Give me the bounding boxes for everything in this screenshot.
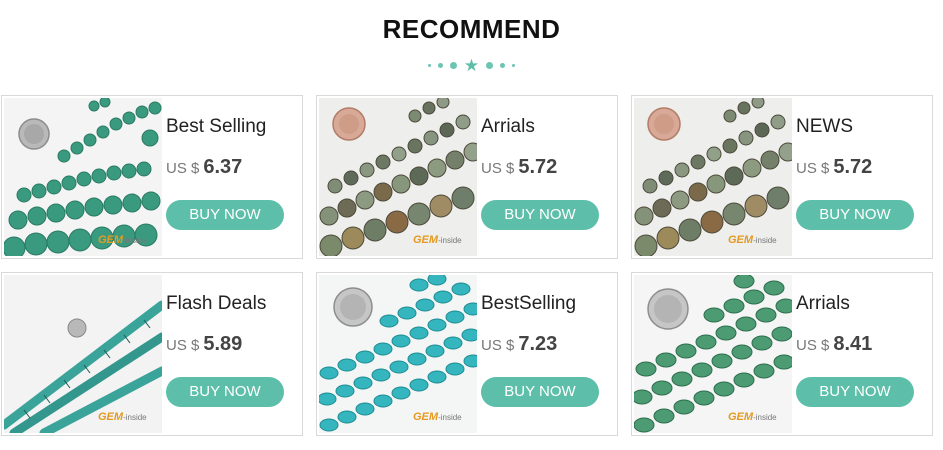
- title-divider: ★: [0, 57, 943, 74]
- price-amount: 5.72: [518, 156, 558, 178]
- product-name[interactable]: NEWS: [796, 116, 853, 138]
- price-currency: US $: [166, 160, 200, 177]
- buy-now-button[interactable]: BUY NOW: [796, 200, 914, 230]
- price-amount: 8.41: [833, 333, 873, 355]
- product-image[interactable]: GEM-inside: [634, 275, 792, 433]
- product-price: US $5.89: [166, 333, 242, 356]
- price-currency: US $: [796, 160, 830, 177]
- product-image[interactable]: GEM-inside: [4, 98, 162, 256]
- price-currency: US $: [481, 337, 515, 354]
- price-currency: US $: [796, 337, 830, 354]
- price-amount: 7.23: [518, 333, 558, 355]
- product-image[interactable]: GEM-inside: [319, 98, 477, 256]
- divider-dot: [427, 64, 431, 67]
- price-amount: 6.37: [203, 156, 243, 178]
- product-card[interactable]: GEM-inside Arrials US $8.41 BUY NOW: [631, 272, 933, 436]
- buy-now-button[interactable]: BUY NOW: [481, 377, 599, 407]
- gem-inside-logo: GEM-inside: [413, 234, 462, 246]
- product-price: US $5.72: [796, 156, 872, 179]
- divider-dot: [449, 62, 457, 69]
- product-price: US $7.23: [481, 333, 557, 356]
- buy-now-button[interactable]: BUY NOW: [166, 200, 284, 230]
- product-image[interactable]: GEM-inside: [319, 275, 477, 433]
- divider-dot: [500, 63, 506, 68]
- product-name[interactable]: Flash Deals: [166, 293, 266, 315]
- buy-now-button[interactable]: BUY NOW: [796, 377, 914, 407]
- product-card[interactable]: GEM-inside Arrials US $5.72 BUY NOW: [316, 95, 618, 259]
- product-name[interactable]: BestSelling: [481, 293, 576, 315]
- divider-dot: [437, 63, 443, 68]
- buy-now-button[interactable]: BUY NOW: [166, 377, 284, 407]
- divider-dot: [486, 62, 494, 69]
- divider-dot: [512, 64, 516, 67]
- product-card[interactable]: GEM-inside BestSelling US $7.23 BUY NOW: [316, 272, 618, 436]
- product-image[interactable]: GEM-inside: [634, 98, 792, 256]
- gem-inside-logo: GEM-inside: [413, 411, 462, 423]
- gem-inside-logo: GEM-inside: [98, 234, 147, 246]
- price-amount: 5.89: [203, 333, 243, 355]
- price-amount: 5.72: [833, 156, 873, 178]
- product-card[interactable]: GEM-inside NEWS US $5.72 BUY NOW: [631, 95, 933, 259]
- star-icon: ★: [463, 56, 480, 75]
- product-price: US $8.41: [796, 333, 872, 356]
- price-currency: US $: [481, 160, 515, 177]
- product-image[interactable]: GEM-inside: [4, 275, 162, 433]
- product-name[interactable]: Arrials: [481, 116, 535, 138]
- gem-inside-logo: GEM-inside: [728, 411, 777, 423]
- gem-inside-logo: GEM-inside: [728, 234, 777, 246]
- product-price: US $6.37: [166, 156, 242, 179]
- product-price: US $5.72: [481, 156, 557, 179]
- product-name[interactable]: Arrials: [796, 293, 850, 315]
- product-card[interactable]: GEM-inside Best Selling US $6.37 BUY NOW: [1, 95, 303, 259]
- price-currency: US $: [166, 337, 200, 354]
- product-card[interactable]: GEM-inside Flash Deals US $5.89 BUY NOW: [1, 272, 303, 436]
- section-title: RECOMMEND: [382, 14, 561, 44]
- product-name[interactable]: Best Selling: [166, 116, 266, 138]
- buy-now-button[interactable]: BUY NOW: [481, 200, 599, 230]
- gem-inside-logo: GEM-inside: [98, 411, 147, 423]
